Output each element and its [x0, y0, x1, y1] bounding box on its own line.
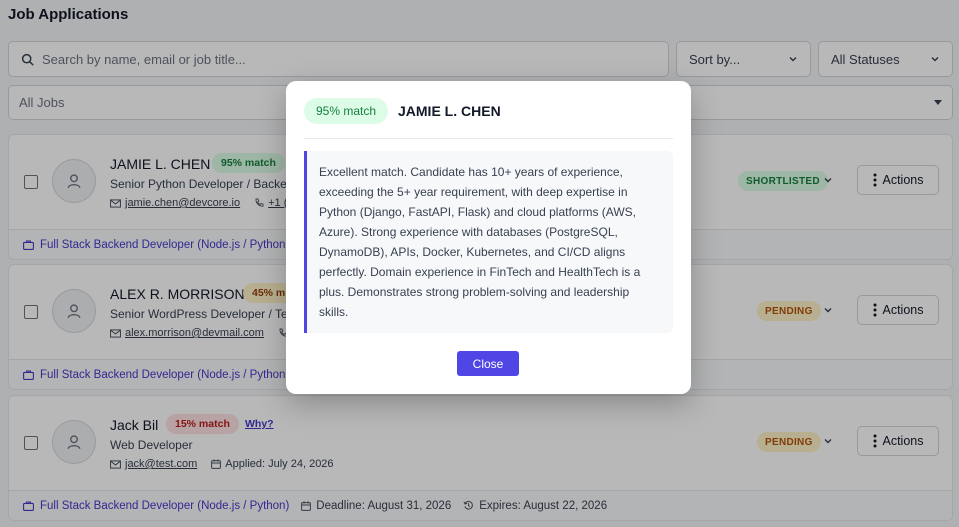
match-details-modal: 95% match JAMIE L. CHEN Excellent match.… — [286, 81, 691, 394]
close-button[interactable]: Close — [457, 351, 519, 376]
divider — [304, 138, 673, 139]
match-badge: 95% match — [304, 98, 389, 124]
modal-title: JAMIE L. CHEN — [398, 103, 501, 119]
match-explanation: Excellent match. Candidate has 10+ years… — [304, 151, 673, 333]
